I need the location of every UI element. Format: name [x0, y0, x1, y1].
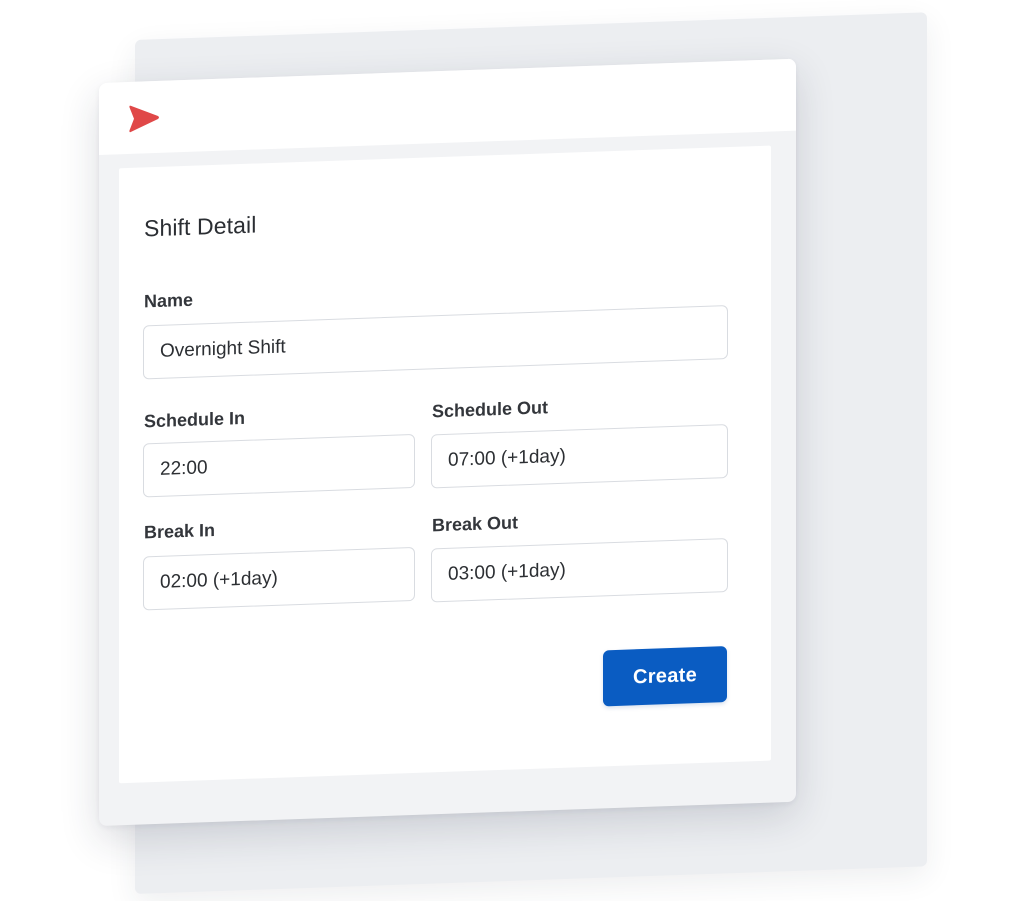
form-title: Shift Detail [144, 211, 257, 242]
break-in-label: Break In [144, 519, 216, 543]
illustration-stage: Shift Detail Name Overnight Shift Schedu… [0, 0, 1024, 901]
shift-detail-form: Shift Detail Name Overnight Shift Schedu… [119, 145, 771, 784]
schedule-in-input[interactable]: 22:00 [143, 433, 415, 498]
red-chevron-logo-icon [127, 103, 161, 134]
name-input[interactable]: Overnight Shift [143, 305, 728, 380]
name-label: Name [144, 289, 194, 312]
schedule-out-label: Schedule Out [432, 397, 549, 422]
schedule-in-label: Schedule In [144, 407, 246, 432]
break-in-input[interactable]: 02:00 (+1day) [143, 546, 415, 611]
create-button[interactable]: Create [603, 646, 727, 707]
break-out-input[interactable]: 03:00 (+1day) [431, 538, 728, 603]
break-out-label: Break Out [432, 512, 519, 536]
schedule-out-input[interactable]: 07:00 (+1day) [431, 424, 728, 489]
app-window: Shift Detail Name Overnight Shift Schedu… [99, 58, 796, 827]
